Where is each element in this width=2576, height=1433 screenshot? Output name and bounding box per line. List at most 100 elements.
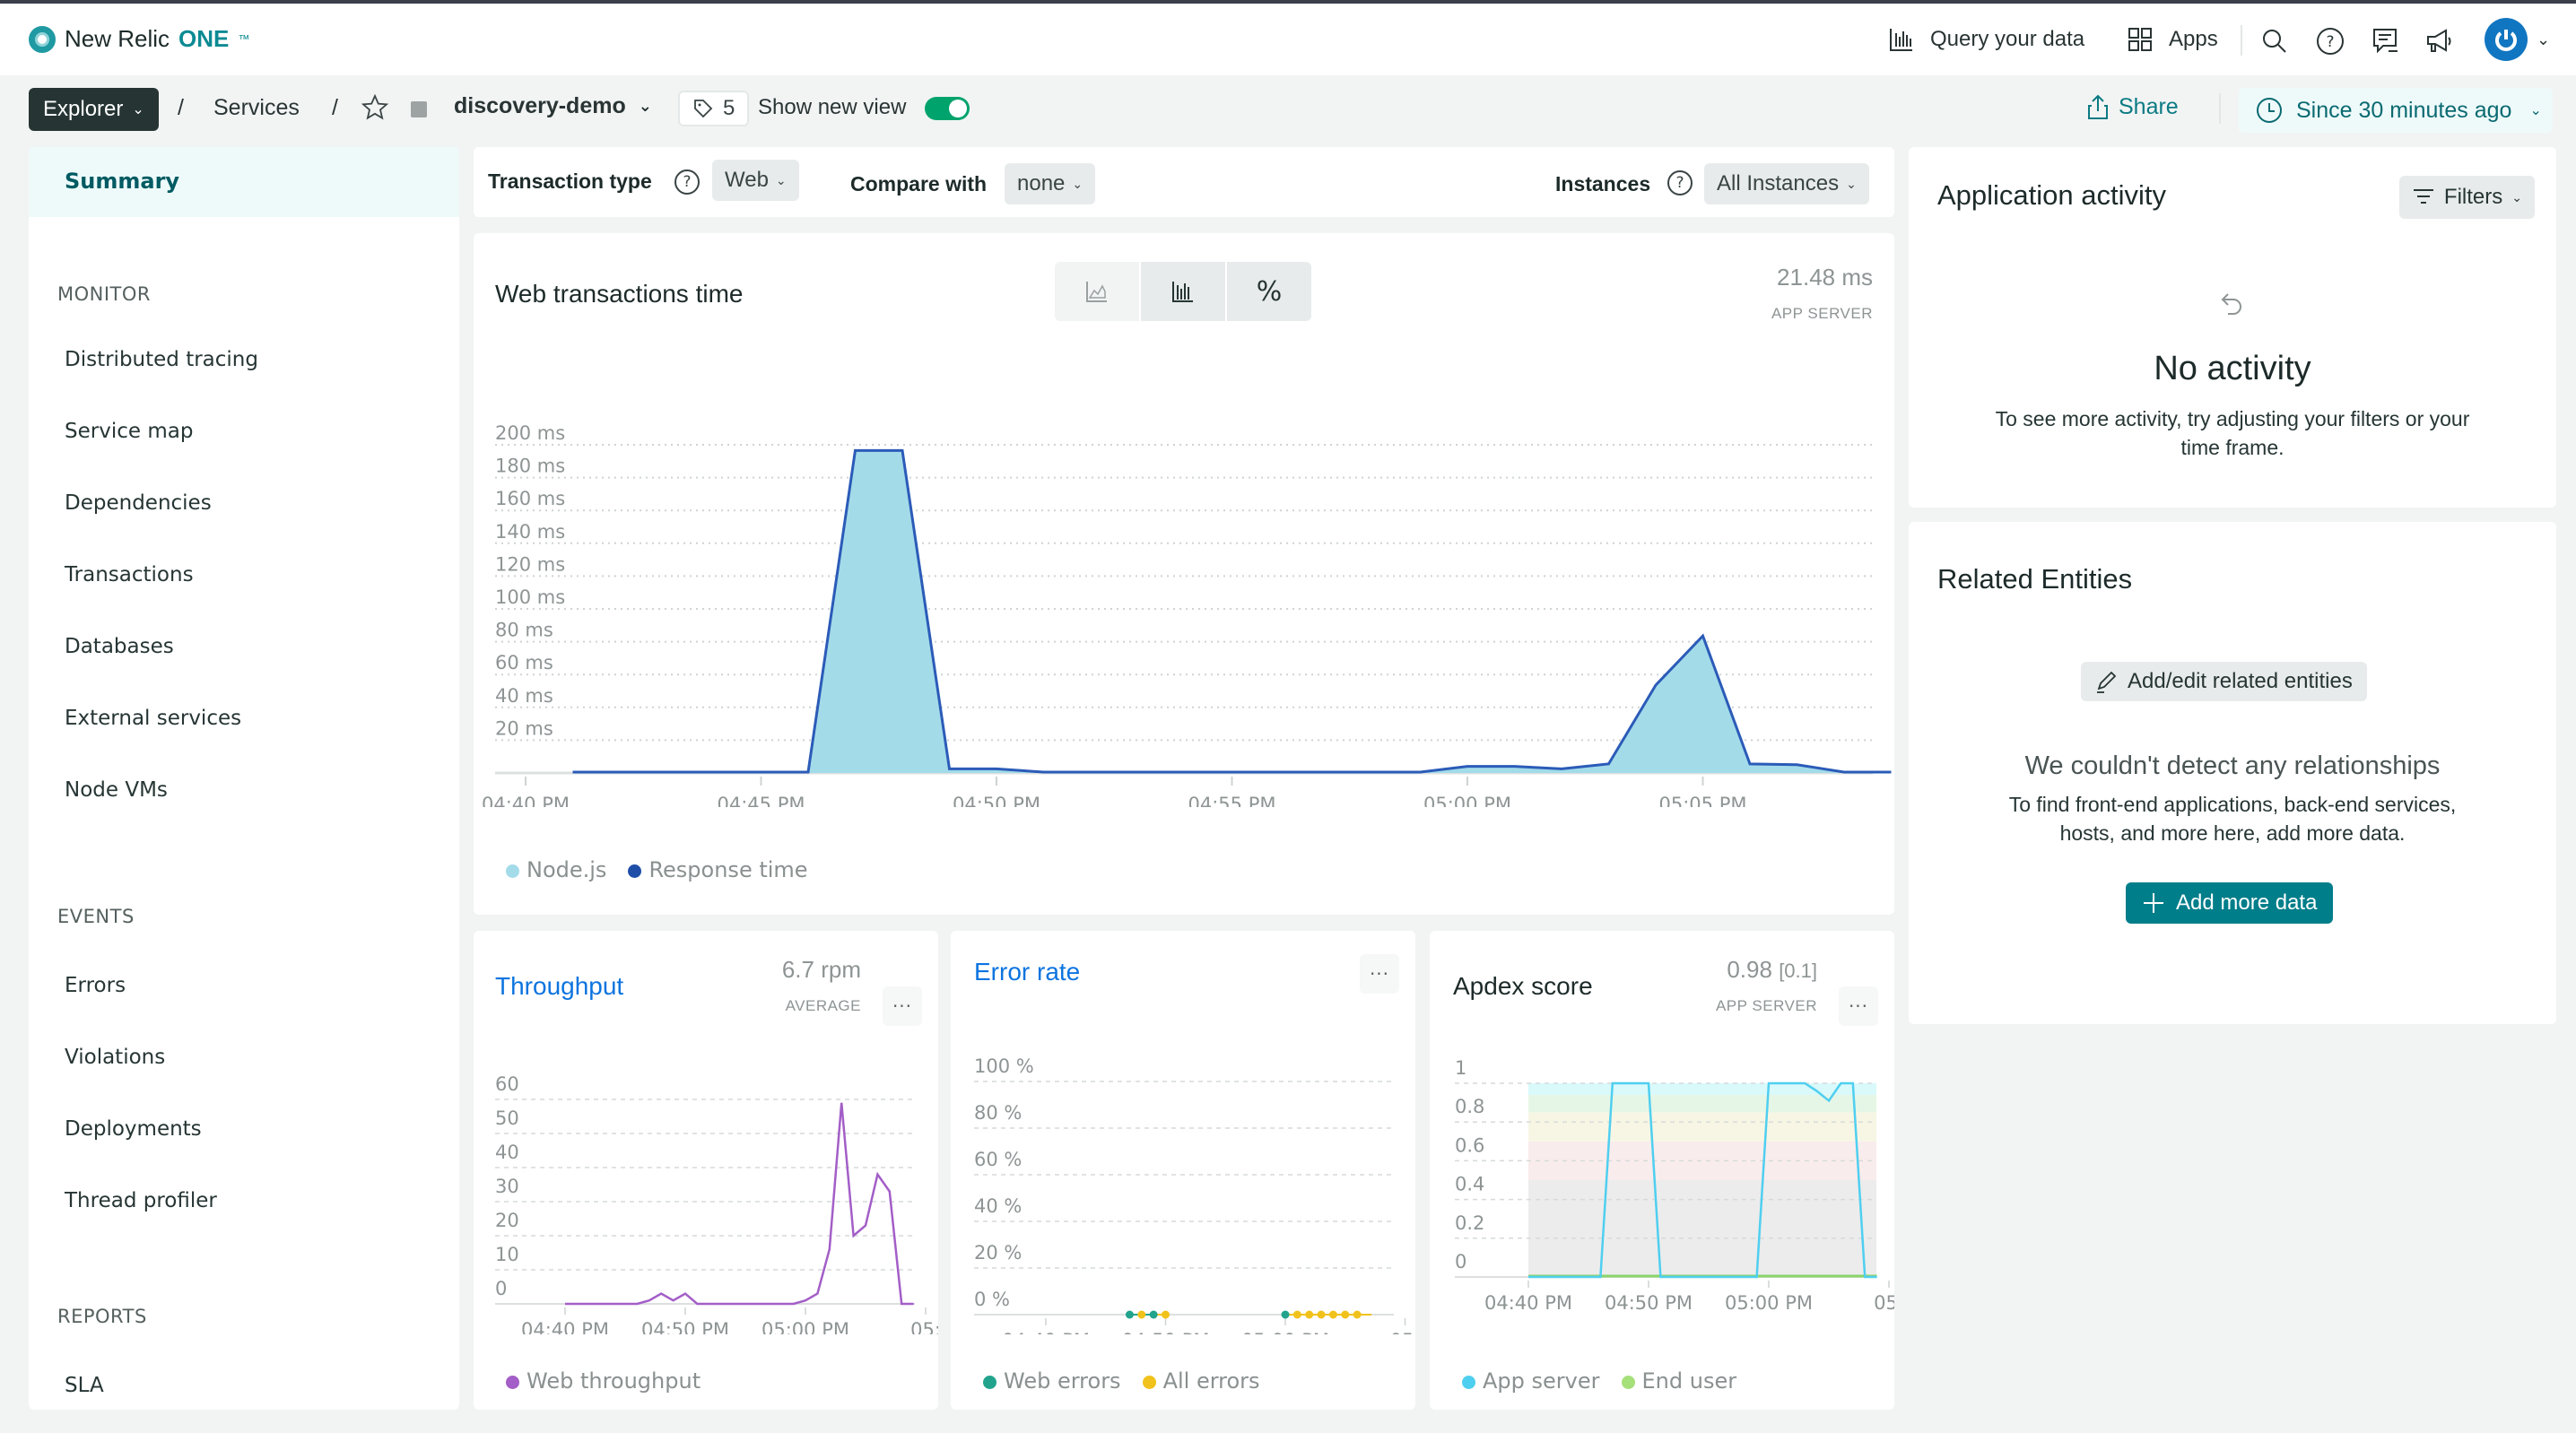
y-tick-label: 20 ms xyxy=(495,717,553,739)
chart-bars-icon xyxy=(1884,22,1919,57)
announcements-icon[interactable] xyxy=(2422,23,2458,59)
all-errors-point xyxy=(1341,1310,1350,1319)
x-tick-label: 05: xyxy=(910,1319,938,1334)
y-tick-label: 0.8 xyxy=(1455,1096,1484,1117)
svg-text:?: ? xyxy=(2326,33,2334,51)
sidebar-item-transactions[interactable]: Transactions xyxy=(65,563,194,586)
transaction-type-select[interactable]: Web ⌄ xyxy=(712,160,799,201)
compare-with-select[interactable]: none ⌄ xyxy=(1005,163,1096,204)
apdex-chart: 0 0.2 0.4 0.6 0.8 1 04:40 PM 04:50 PM 05:00 PM 05… xyxy=(1455,1057,1894,1314)
instances-select[interactable]: All Instances ⌄ xyxy=(1704,163,1869,204)
y-tick-label: 80 % xyxy=(974,1102,1022,1124)
logo-tm: ™ xyxy=(238,32,250,46)
y-tick-label: 0 xyxy=(495,1278,507,1299)
bar-chart-view-button[interactable] xyxy=(1141,262,1225,321)
throughput-title-link[interactable]: Throughput xyxy=(495,972,623,1001)
sidebar-item-external-services[interactable]: External services xyxy=(65,707,241,730)
y-tick-label: 1 xyxy=(1455,1057,1466,1079)
legend-item-web-throughput[interactable]: Web throughput xyxy=(506,1368,701,1394)
y-tick-label: 60 xyxy=(495,1073,519,1095)
add-more-data-button[interactable]: Add more data xyxy=(2126,882,2334,924)
legend-item-all-errors[interactable]: All errors xyxy=(1142,1368,1260,1394)
area-chart-icon xyxy=(1086,282,1107,302)
chevron-down-icon: ⌄ xyxy=(2529,103,2542,118)
show-new-view-toggle[interactable] xyxy=(925,97,970,120)
instances-label: Instances xyxy=(1555,172,1651,195)
compare-with-label: Compare with xyxy=(850,172,988,195)
apps-link[interactable]: Apps xyxy=(2122,22,2218,57)
legend-item-app-server[interactable]: App server xyxy=(1462,1368,1600,1394)
throughput-chart: 0 10 20 30 40 50 60 04:40 PM 04:50 PM 05:00 PM 05: xyxy=(495,1073,938,1334)
y-tick-label: 0 xyxy=(1455,1251,1466,1272)
sidebar-item-distributed-tracing[interactable]: Distributed tracing xyxy=(65,348,258,371)
help-icon[interactable]: ? xyxy=(1667,170,1693,195)
legend-item-web-errors[interactable]: Web errors xyxy=(983,1368,1121,1394)
all-errors-point xyxy=(1292,1310,1301,1319)
filters-button[interactable]: Filters ⌄ xyxy=(2398,176,2535,219)
x-tick-label: 04:50 PM xyxy=(1605,1292,1693,1314)
add-edit-label: Add/edit related entities xyxy=(2128,669,2353,693)
sidebar-item-thread-profiler[interactable]: Thread profiler xyxy=(65,1189,217,1212)
time-range-label: Since 30 minutes ago xyxy=(2296,97,2512,123)
empty-state-text-2: hosts, and more here, add more data. xyxy=(2059,821,2406,845)
sidebar-item-service-map[interactable]: Service map xyxy=(65,420,193,443)
entity-switcher[interactable]: discovery-demo ⌄ xyxy=(454,93,652,119)
more-options-button[interactable]: ··· xyxy=(1839,986,1878,1026)
y-tick-label: 0.2 xyxy=(1455,1212,1484,1234)
help-icon[interactable]: ? xyxy=(674,169,700,195)
more-options-button[interactable]: ··· xyxy=(1360,954,1399,994)
add-edit-related-entities-button[interactable]: Add/edit related entities xyxy=(2081,662,2367,701)
show-new-view-label: Show new view xyxy=(758,95,907,119)
sidebar-navigation: Summary MONITOR Distributed tracing Servic… xyxy=(29,147,459,1410)
explorer-dropdown[interactable]: Explorer ⌄ xyxy=(29,88,159,131)
sidebar-item-sla[interactable]: SLA xyxy=(65,1374,104,1397)
all-errors-point xyxy=(1305,1310,1314,1319)
legend-item-response-time[interactable]: Response time xyxy=(628,857,808,882)
feedback-icon[interactable] xyxy=(2368,23,2404,59)
query-your-data-link[interactable]: Query your data xyxy=(1884,22,2084,57)
sidebar-item-errors[interactable]: Errors xyxy=(65,974,126,997)
card-title: Web transactions time xyxy=(495,280,744,308)
sidebar-item-violations[interactable]: Violations xyxy=(65,1046,165,1069)
tag-icon xyxy=(694,100,713,118)
sidebar-section-heading: MONITOR xyxy=(57,283,151,305)
chevron-down-icon: ⌄ xyxy=(132,102,144,117)
help-icon[interactable]: ? xyxy=(2312,23,2348,59)
error-rate-title-link[interactable]: Error rate xyxy=(974,958,1080,986)
tags-button[interactable]: 5 xyxy=(678,91,750,126)
x-tick-label: 04:40 PM xyxy=(1484,1292,1572,1314)
share-button[interactable]: Share xyxy=(2086,93,2179,120)
sidebar-item-dependencies[interactable]: Dependencies xyxy=(65,491,212,515)
filter-icon xyxy=(2413,189,2433,204)
chart-legend: Web errors All errors xyxy=(983,1368,1260,1394)
filter-bar: Transaction type ? Web ⌄ Compare with no… xyxy=(474,147,1894,217)
legend-item-nodejs[interactable]: Node.js xyxy=(506,857,606,882)
user-menu[interactable]: ⌄ xyxy=(2485,18,2550,61)
y-tick-label: 100 % xyxy=(974,1055,1034,1077)
web-errors-point xyxy=(1125,1310,1134,1319)
breadcrumb-separator: / xyxy=(332,95,338,120)
divider xyxy=(2219,93,2221,124)
new-relic-logo[interactable]: New Relic ONE ™ xyxy=(29,25,249,53)
legend-item-end-user[interactable]: End user xyxy=(1621,1368,1736,1394)
percent-view-button[interactable]: % xyxy=(1227,262,1311,321)
time-range-picker[interactable]: Since 30 minutes ago ⌄ xyxy=(2239,88,2553,133)
search-icon[interactable] xyxy=(2257,23,2293,59)
y-tick-label: 200 ms xyxy=(495,422,565,444)
web-errors-point xyxy=(1149,1310,1158,1319)
breadcrumb-services[interactable]: Services xyxy=(213,95,300,121)
apdex-card: Apdex score 0.98 [0.1] APP SERVER ··· 00… xyxy=(1430,931,1894,1410)
chevron-down-icon: ⌄ xyxy=(1072,176,1083,191)
favorite-star-icon[interactable] xyxy=(361,93,389,126)
sidebar-item-databases[interactable]: Databases xyxy=(65,635,174,658)
logo-text: New Relic xyxy=(65,25,170,52)
sidebar-section-heading: REPORTS xyxy=(57,1306,147,1327)
x-tick-label: 05:00 PM xyxy=(1725,1292,1813,1314)
sidebar-item-node-vms[interactable]: Node VMs xyxy=(65,778,168,802)
application-activity-card: Application activity Filters ⌄ No activi… xyxy=(1909,147,2556,508)
area-chart-view-button[interactable] xyxy=(1055,262,1139,321)
error-rate-chart: 0 % 20 % 40 % 60 % 80 % 100 % 04:40 PM 04:50 PM… xyxy=(974,1055,1415,1334)
sidebar-item-summary[interactable]: Summary xyxy=(29,147,459,217)
sidebar-item-deployments[interactable]: Deployments xyxy=(65,1117,202,1141)
more-options-button[interactable]: ··· xyxy=(883,986,922,1026)
